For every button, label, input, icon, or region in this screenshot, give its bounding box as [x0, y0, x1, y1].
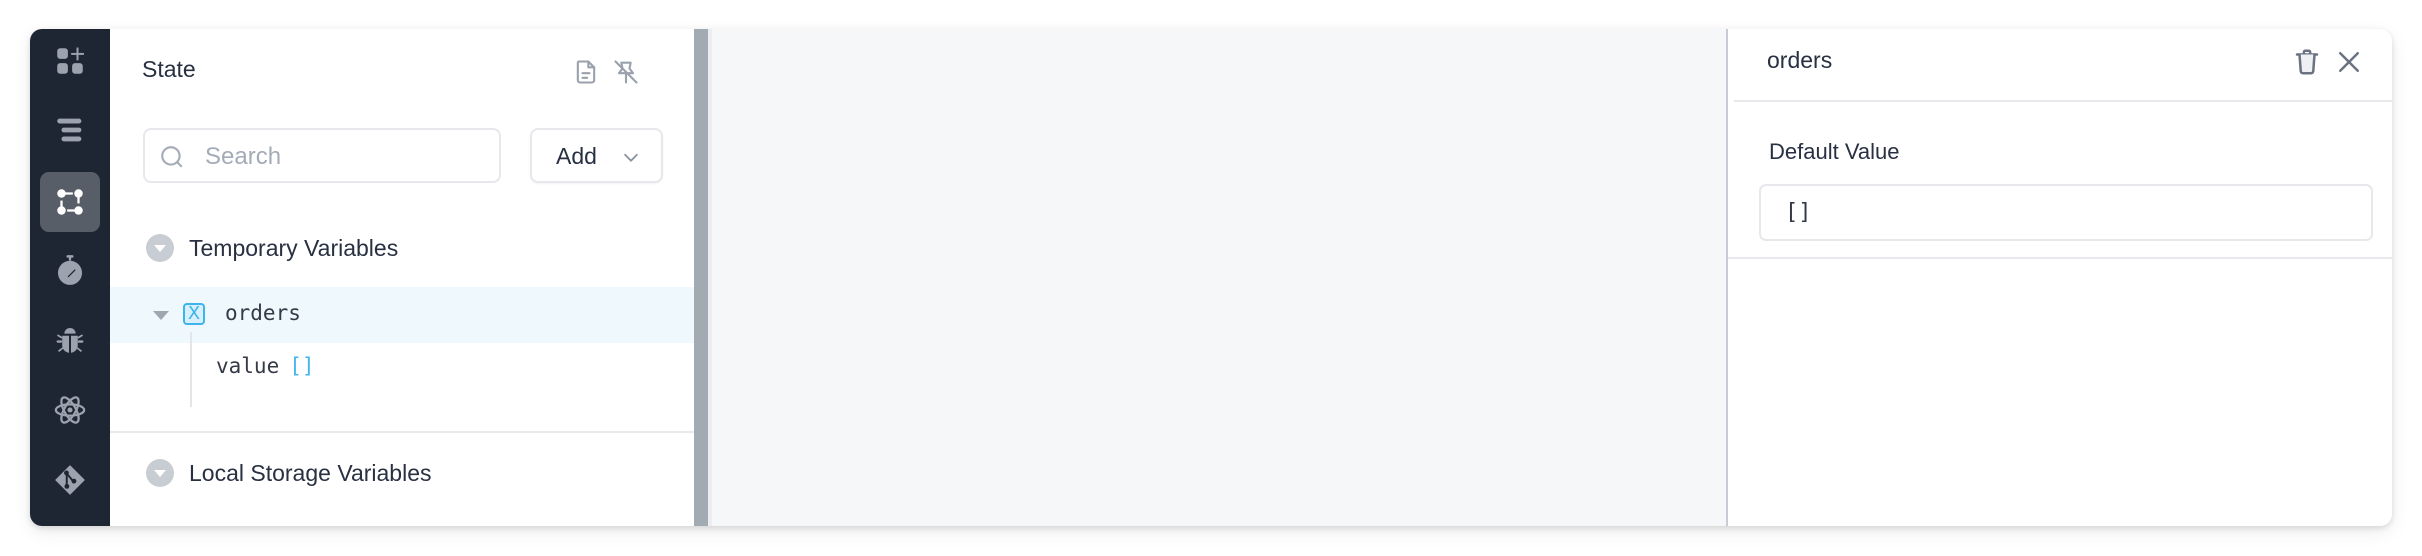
search-input[interactable]: [203, 138, 487, 176]
state-panel: State Add Temp: [110, 29, 694, 526]
document-icon: [576, 60, 596, 84]
rail-item-add-widget[interactable]: [40, 31, 100, 91]
rail-item-performance[interactable]: [40, 240, 100, 300]
add-button[interactable]: Add: [530, 128, 663, 183]
icon-rail: [30, 29, 110, 526]
chevron-down-icon: [623, 153, 639, 162]
tree-guide-line: [190, 332, 192, 407]
search-icon: [161, 146, 183, 168]
variable-row-orders[interactable]: X orders: [110, 287, 694, 343]
search-field[interactable]: [143, 128, 501, 183]
canvas-area[interactable]: [712, 29, 1726, 526]
section-local-storage-variables[interactable]: Local Storage Variables: [146, 456, 432, 490]
panel-title: State: [142, 56, 196, 82]
add-button-label: Add: [556, 143, 597, 169]
rail-item-git[interactable]: [40, 450, 100, 510]
trash-icon: [2295, 49, 2319, 75]
field-key: value: [216, 354, 280, 378]
section-label: Temporary Variables: [189, 234, 399, 261]
close-button[interactable]: [2332, 45, 2366, 79]
close-icon: [2339, 52, 2359, 72]
collapse-toggle-icon: [146, 459, 174, 487]
unpin-button[interactable]: [611, 57, 641, 87]
variable-type-icon: X: [183, 303, 205, 325]
expand-caret-icon[interactable]: [153, 311, 169, 320]
rail-item-outline[interactable]: [40, 100, 100, 160]
section-divider: [110, 431, 694, 433]
default-value-input[interactable]: []: [1759, 184, 2373, 241]
collapse-toggle-icon: [146, 234, 174, 262]
field-value: []: [289, 354, 315, 378]
atom-icon: [54, 396, 86, 424]
rail-item-state[interactable]: [40, 172, 100, 232]
docs-button[interactable]: [571, 57, 601, 87]
variable-inspector: orders Default Value []: [1726, 29, 2392, 526]
bug-icon: [56, 327, 84, 353]
variable-field-row: value []: [216, 354, 315, 378]
panel-resize-handle[interactable]: [694, 29, 708, 526]
git-icon: [55, 465, 85, 495]
rail-item-react[interactable]: [40, 380, 100, 440]
state-graph-icon: [57, 189, 83, 215]
default-value-label: Default Value: [1769, 139, 1900, 164]
stopwatch-icon: [57, 255, 83, 285]
inspector-title: orders: [1767, 47, 1833, 73]
delete-button[interactable]: [2290, 45, 2324, 79]
header-divider: [1734, 100, 2392, 102]
app-window: State Add Temp: [30, 29, 2392, 526]
section-divider: [1728, 257, 2392, 259]
variable-name: orders: [225, 301, 301, 325]
section-label: Local Storage Variables: [189, 459, 432, 486]
add-widget-icon: [57, 47, 84, 74]
pin-off-icon: [614, 60, 638, 84]
default-value-text: []: [1785, 200, 1812, 225]
rail-item-debug[interactable]: [40, 310, 100, 370]
outline-list-icon: [57, 118, 82, 142]
section-temporary-variables[interactable]: Temporary Variables: [146, 231, 398, 265]
